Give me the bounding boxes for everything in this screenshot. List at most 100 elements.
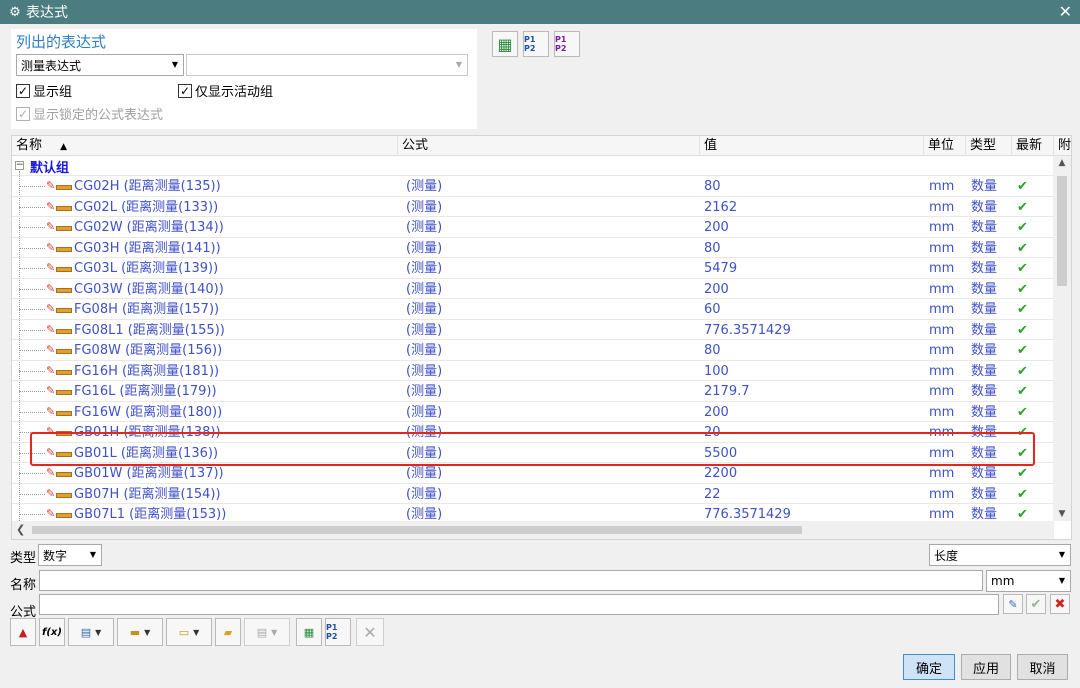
export-list-button[interactable]: P1 P2 [325, 618, 351, 646]
table-row[interactable]: ✎ CG03L (距离测量(139)) (测量) 5479 mm 数量 ✔ [12, 258, 1054, 279]
cell-value: 200 [704, 281, 729, 297]
chevron-down-icon: ▼ [455, 60, 462, 69]
close-button[interactable]: ✕ [1059, 2, 1072, 21]
measure-expression-icon: ✎ [46, 426, 74, 438]
cell-formula: (测量) [406, 302, 443, 317]
show-active-group-checkbox[interactable]: ✓ 仅显示活动组 [178, 81, 273, 100]
filter-select[interactable]: 测量表达式 ▼ [16, 54, 184, 76]
parameter-dropdown-button[interactable]: ▭ ▼ [166, 618, 212, 646]
column-header-attached[interactable]: 附 [1054, 136, 1071, 156]
table-row[interactable]: ✎ CG03W (距离测量(140)) (测量) 200 mm 数量 ✔ [12, 279, 1054, 299]
measure-expression-icon: ✎ [46, 262, 74, 274]
table-row[interactable]: ✎ FG08H (距离测量(157)) (测量) 60 mm 数量 ✔ [12, 299, 1054, 320]
ok-button[interactable]: 确定 [903, 654, 955, 680]
unit-select-value: mm [991, 574, 1015, 588]
cell-unit: mm [929, 281, 955, 297]
filter-input[interactable]: ▼ [186, 54, 468, 76]
table-row[interactable]: ✎ FG16H (距离测量(181)) (测量) 100 mm 数量 ✔ [12, 361, 1054, 381]
function-icon: f(x) [42, 626, 62, 638]
function-button[interactable]: f(x) [39, 618, 65, 646]
vertical-scroll-thumb[interactable] [1057, 176, 1067, 286]
spreadsheet-link-button[interactable]: ▦ [296, 618, 322, 646]
table-row[interactable]: ✎ FG08L1 (距离测量(155)) (测量) 776.3571429 mm 数量 ✔ [12, 320, 1054, 340]
measure-dropdown-button[interactable]: ▤ ▼ [68, 618, 114, 646]
vertical-scrollbar[interactable]: ▲ ▼ [1053, 156, 1071, 521]
disabled-dropdown-button[interactable]: ▤ ▼ [244, 618, 290, 646]
show-locked-label: 显示锁定的公式表达式 [33, 108, 164, 123]
cell-type: 数量 [971, 466, 998, 481]
column-header-name[interactable]: 名称 ▲ [12, 136, 398, 156]
export-button[interactable]: P1 P2 [523, 31, 549, 57]
tree-connector [19, 514, 45, 515]
checkmark-icon: ✓ [16, 106, 30, 121]
table-row[interactable]: ✎ FG08W (距离测量(156)) (测量) 80 mm 数量 ✔ [12, 340, 1054, 361]
reject-button[interactable]: ✖ [1050, 594, 1070, 614]
column-header-unit[interactable]: 单位 [924, 136, 966, 156]
table-row[interactable]: ✎ GB07H (距离测量(154)) (测量) 22 mm 数量 ✔ [12, 484, 1054, 504]
check-icon: ✔ [1030, 596, 1042, 612]
cell-formula: (测量) [406, 343, 443, 358]
accept-button[interactable]: ✔ [1026, 594, 1046, 614]
table-row[interactable]: ✎ FG16W (距离测量(180)) (测量) 200 mm 数量 ✔ [12, 402, 1054, 422]
table-row[interactable]: ✎ FG16L (距离测量(179)) (测量) 2179.7 mm 数量 ✔ [12, 381, 1054, 402]
cell-name: CG02H (距离测量(135)) [74, 179, 221, 194]
cell-type: 数量 [971, 404, 998, 420]
cancel-button[interactable]: 取消 [1017, 654, 1068, 680]
tree-connector [19, 391, 45, 392]
name-label: 名称 [10, 578, 37, 593]
name-input[interactable] [39, 570, 983, 591]
column-header-latest[interactable]: 最新 [1012, 136, 1054, 156]
ruler-dropdown-button[interactable]: ▬ ▼ [117, 618, 163, 646]
unit-select[interactable]: mm ▼ [986, 570, 1071, 592]
cell-value: 80 [704, 179, 721, 194]
scroll-down-icon[interactable]: ▼ [1053, 509, 1071, 519]
cell-type: 数量 [971, 261, 998, 276]
column-header-formula[interactable]: 公式 [398, 136, 700, 156]
chevron-down-icon: ▼ [193, 627, 200, 637]
cell-name: CG03L (距离测量(139)) [74, 261, 219, 276]
table-row[interactable]: ✎ CG02H (距离测量(135)) (测量) 80 mm 数量 ✔ [12, 176, 1054, 197]
apply-button[interactable]: 应用 [961, 654, 1011, 680]
group-row-default[interactable]: − 默认组 [12, 156, 1054, 176]
scroll-left-icon[interactable]: ❮ [16, 523, 25, 536]
table-row[interactable]: ✎ GB01H (距离测量(138)) (测量) 20 mm 数量 ✔ [12, 422, 1054, 443]
spreadsheet-button[interactable]: ▦ [492, 31, 518, 57]
cell-value: 20 [704, 425, 721, 440]
cell-formula: (测量) [406, 466, 443, 481]
column-header-type[interactable]: 类型 [966, 136, 1012, 156]
table-row[interactable]: ✎ CG02L (距离测量(133)) (测量) 2162 mm 数量 ✔ [12, 197, 1054, 217]
cell-formula: (测量) [406, 322, 443, 338]
type-label: 类型 [10, 551, 37, 566]
column-header-value[interactable]: 值 [700, 136, 924, 156]
type-select[interactable]: 数字 ▼ [38, 544, 102, 566]
show-group-checkbox[interactable]: ✓ 显示组 [16, 81, 72, 100]
table-row[interactable]: ✎ CG03H (距离测量(141)) (测量) 80 mm 数量 ✔ [12, 238, 1054, 258]
scroll-up-icon[interactable]: ▲ [1053, 158, 1071, 168]
triangle-button[interactable]: ▲ [10, 618, 36, 646]
cell-latest: ✔ [1017, 466, 1028, 481]
table-row[interactable]: ✎ CG02W (距离测量(134)) (测量) 200 mm 数量 ✔ [12, 217, 1054, 238]
edit-formula-button[interactable]: ✎ [1003, 594, 1023, 614]
cell-formula: (测量) [406, 425, 443, 440]
listed-expressions-panel: 列出的表达式 测量表达式 ▼ ▼ ✓ 显示组 ✓ 仅显示活动组 ✓ 显示锁定的公… [11, 29, 477, 129]
horizontal-scroll-thumb[interactable] [32, 526, 802, 534]
cell-formula: (测量) [406, 384, 443, 399]
horizontal-scrollbar[interactable]: ❮ [12, 521, 1054, 539]
show-locked-checkbox[interactable]: ✓ 显示锁定的公式表达式 [16, 104, 163, 123]
tree-connector [19, 268, 45, 269]
cell-value: 80 [704, 240, 721, 256]
open-folder-button[interactable]: ▰ [215, 618, 241, 646]
formula-input[interactable] [39, 594, 999, 615]
tree-connector [19, 186, 45, 187]
cell-formula: (测量) [406, 199, 443, 215]
cell-name: CG02W (距离测量(134)) [74, 220, 224, 235]
delete-button[interactable]: ✕ [356, 618, 384, 646]
dimension-select[interactable]: 长度 ▼ [929, 544, 1071, 566]
collapse-icon[interactable]: − [15, 161, 24, 170]
measure-expression-icon: ✎ [46, 221, 74, 233]
table-row[interactable]: ✎ GB01W (距离测量(137)) (测量) 2200 mm 数量 ✔ [12, 463, 1054, 484]
cell-name: GB01H (距离测量(138)) [74, 425, 221, 440]
import-button[interactable]: P1 P2 [554, 31, 580, 57]
table-row[interactable]: ✎ GB01L (距离测量(136)) (测量) 5500 mm 数量 ✔ [12, 443, 1054, 463]
window-title: 表达式 [26, 5, 68, 21]
